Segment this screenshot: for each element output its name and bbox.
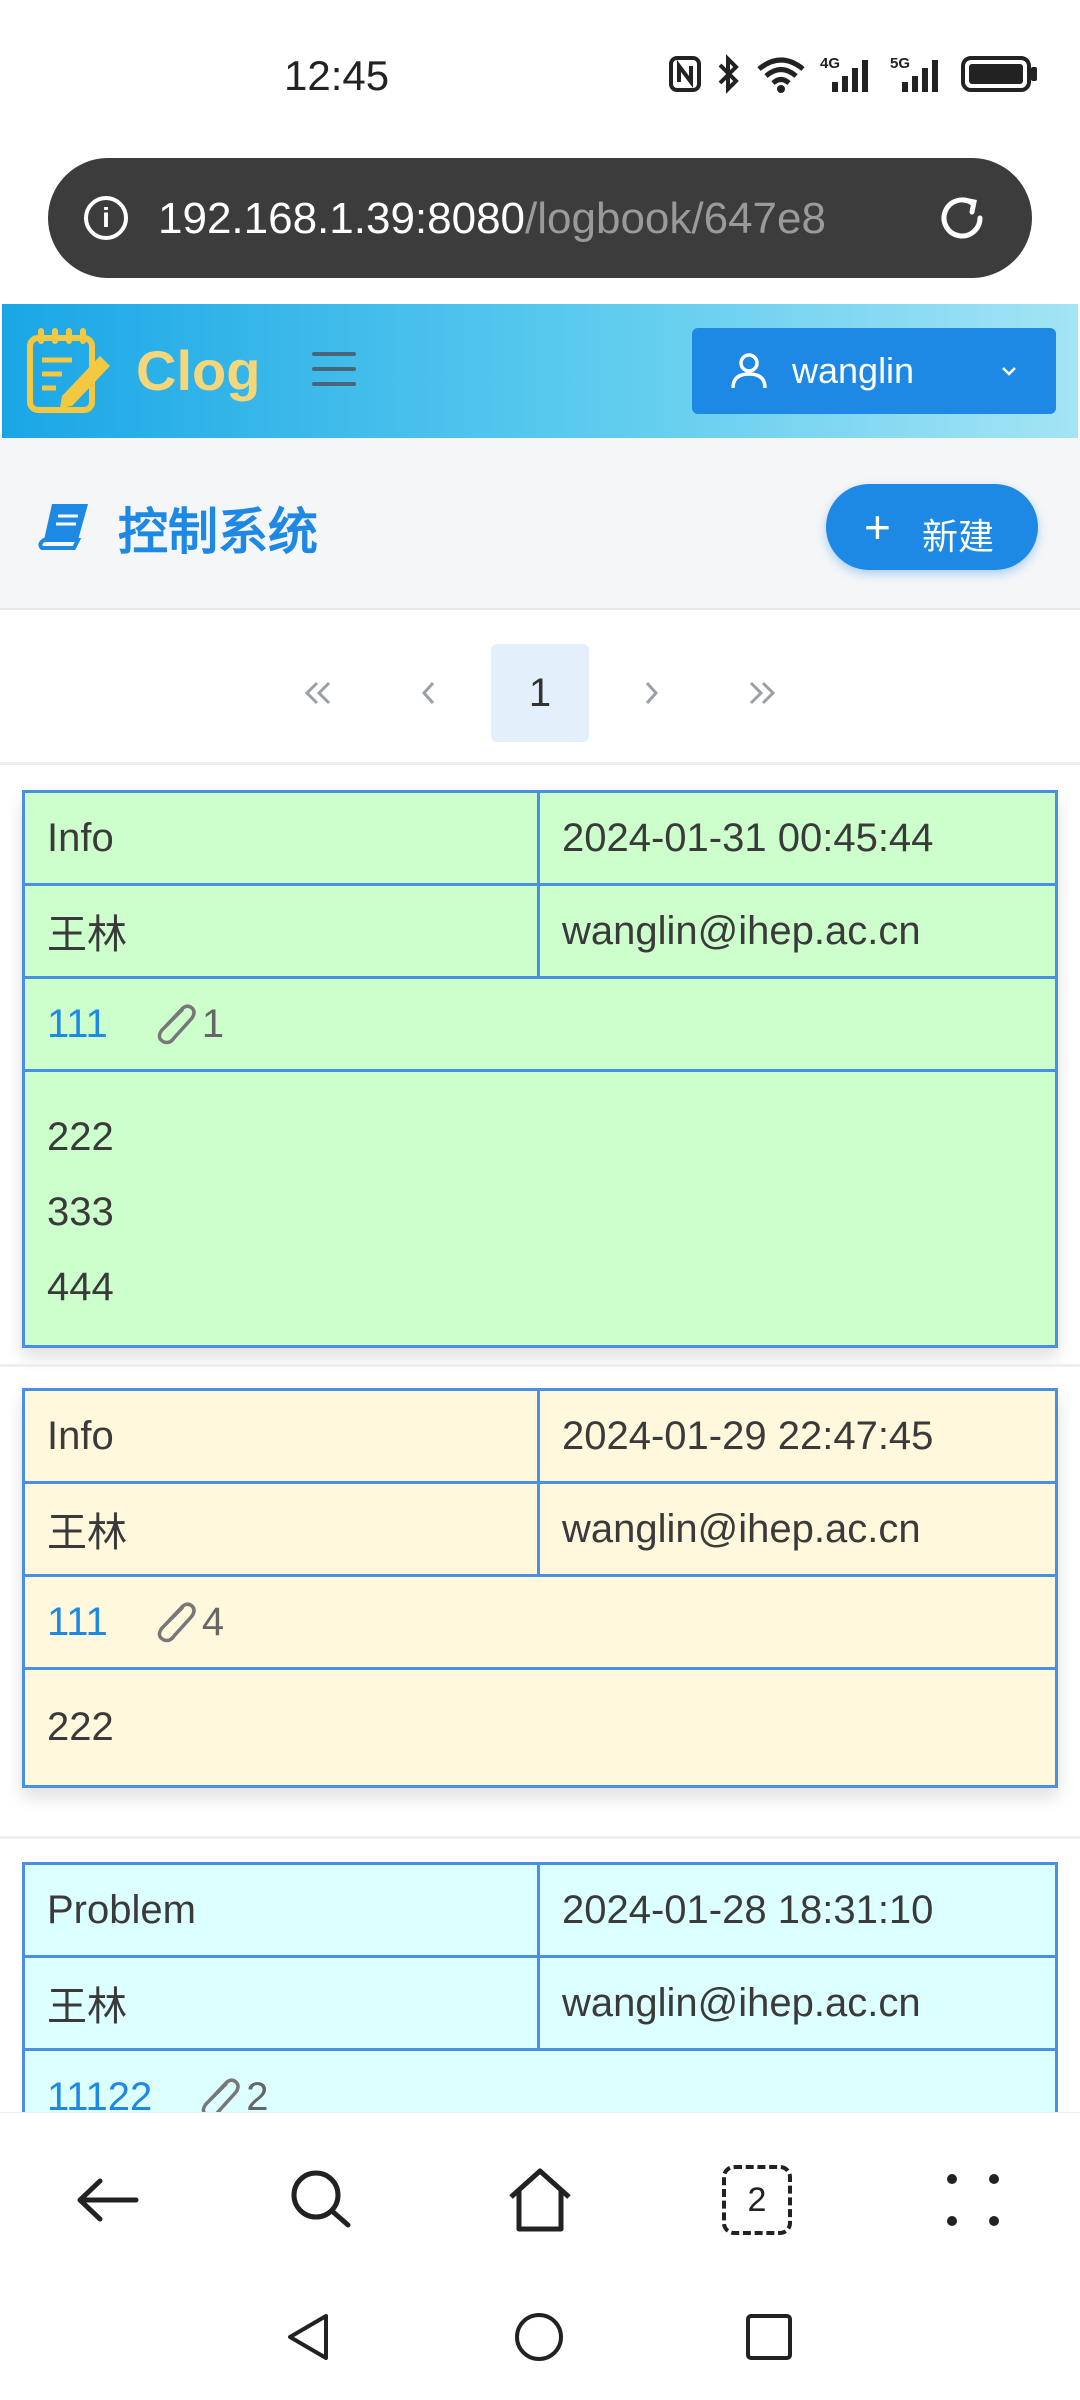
notebook-pencil-icon[interactable] bbox=[22, 324, 116, 418]
nfc-icon bbox=[669, 56, 701, 92]
divider bbox=[0, 1836, 1080, 1839]
bluetooth-icon bbox=[718, 54, 739, 94]
attachment-count: 1 bbox=[201, 1001, 225, 1046]
log-entry-card[interactable]: Problem 2024-01-28 18:31:10 王林 wanglin@i… bbox=[22, 1862, 1058, 2147]
tabs-button[interactable]: 2 bbox=[722, 2165, 792, 2235]
status-time: 12:45 bbox=[284, 52, 390, 99]
home-icon[interactable] bbox=[505, 2165, 575, 2235]
search-icon[interactable] bbox=[286, 2165, 356, 2235]
user-name: wanglin bbox=[792, 350, 915, 391]
entry-title-link[interactable]: 111 bbox=[47, 1600, 108, 1645]
status-icons: 4G 5G bbox=[668, 54, 1040, 94]
page-title: 控制系统 bbox=[118, 504, 318, 560]
entry-body-row: 222 333 444 bbox=[25, 1072, 1055, 1345]
entry-body-line: 222 bbox=[47, 1705, 114, 1749]
next-page-button[interactable] bbox=[602, 644, 700, 742]
entry-email: wanglin@ihep.ac.cn bbox=[562, 1980, 921, 2025]
entry-body-row: 222 bbox=[25, 1670, 1055, 1785]
log-entry-card[interactable]: Info 2024-01-31 00:45:44 王林 wanglin@ihep… bbox=[22, 790, 1058, 1348]
entry-author-row: 王林 wanglin@ihep.ac.cn bbox=[25, 1484, 1055, 1577]
system-navigation-bar bbox=[0, 2282, 1080, 2400]
more-options-icon[interactable] bbox=[938, 2165, 1008, 2235]
entry-datetime: 2024-01-29 22:47:45 bbox=[562, 1413, 934, 1458]
plus-icon: + bbox=[864, 501, 891, 553]
app-name[interactable]: Clog bbox=[136, 338, 260, 403]
wifi-icon bbox=[757, 57, 805, 93]
double-chevron-left-icon bbox=[304, 681, 331, 705]
entry-meta-row: Info 2024-01-31 00:45:44 bbox=[25, 793, 1055, 886]
back-arrow-icon[interactable] bbox=[72, 2165, 142, 2235]
user-icon bbox=[731, 353, 767, 389]
double-chevron-right-icon bbox=[749, 681, 776, 705]
log-entry-card[interactable]: Info 2024-01-29 22:47:45 王林 wanglin@ihep… bbox=[22, 1388, 1058, 1788]
svg-text:5G: 5G bbox=[890, 55, 910, 72]
browser-toolbar: 2 bbox=[0, 2112, 1080, 2282]
entry-author: 王林 bbox=[25, 1484, 540, 1574]
reload-icon[interactable] bbox=[932, 188, 992, 248]
svg-text:4G: 4G bbox=[820, 55, 840, 72]
entry-title-row: 111 4 bbox=[25, 1577, 1055, 1670]
attachment-indicator[interactable]: 1 bbox=[152, 1002, 224, 1047]
battery-icon bbox=[961, 56, 1037, 92]
entry-author: 王林 bbox=[25, 1958, 540, 2048]
new-entry-button[interactable]: + 新建 bbox=[826, 484, 1038, 570]
entry-meta-row: Problem 2024-01-28 18:31:10 bbox=[25, 1865, 1055, 1958]
logbook-title-bar: 控制系统 + 新建 bbox=[0, 438, 1080, 610]
entry-email: wanglin@ihep.ac.cn bbox=[562, 908, 921, 953]
url-path: /logbook/647e8 bbox=[525, 194, 826, 243]
entry-body-line: 222 bbox=[47, 1115, 114, 1159]
app-header: Clog wanglin bbox=[2, 304, 1078, 438]
entry-body: 222 333 444 bbox=[25, 1072, 136, 1345]
entry-author: 王林 bbox=[25, 886, 540, 976]
book-icon bbox=[38, 504, 88, 550]
last-page-button[interactable] bbox=[713, 644, 811, 742]
address-bar[interactable]: i 192.168.1.39:8080/logbook/647e8 bbox=[48, 158, 1032, 278]
signal-4g-icon: 4G bbox=[820, 55, 868, 92]
new-entry-label: 新建 bbox=[922, 516, 995, 557]
signal-5g-icon: 5G bbox=[890, 55, 938, 92]
page-1-button[interactable]: 1 bbox=[491, 644, 589, 742]
entry-type: Info bbox=[25, 793, 540, 883]
chevron-right-icon bbox=[645, 681, 659, 705]
entry-datetime: 2024-01-28 18:31:10 bbox=[562, 1887, 934, 1932]
url-host: 192.168.1.39:8080 bbox=[158, 194, 526, 243]
divider bbox=[0, 762, 1080, 765]
prev-page-button[interactable] bbox=[380, 644, 478, 742]
paperclip-icon bbox=[157, 1004, 196, 1045]
hamburger-menu-icon[interactable] bbox=[312, 352, 356, 388]
entry-email: wanglin@ihep.ac.cn bbox=[562, 1506, 921, 1551]
entry-type: Problem bbox=[25, 1865, 540, 1955]
system-recents-icon[interactable] bbox=[742, 2310, 796, 2364]
entry-body-line: 333 bbox=[47, 1190, 114, 1234]
entry-body: 222 bbox=[25, 1670, 136, 1785]
entry-title-link[interactable]: 111 bbox=[47, 1002, 108, 1047]
entry-title-row: 111 1 bbox=[25, 979, 1055, 1072]
status-bar: 12:45 4G 5G bbox=[0, 0, 1080, 150]
entry-type: Info bbox=[25, 1391, 540, 1481]
url-text[interactable]: 192.168.1.39:8080/logbook/647e8 bbox=[158, 194, 938, 244]
first-page-button[interactable] bbox=[269, 644, 367, 742]
entry-author-row: 王林 wanglin@ihep.ac.cn bbox=[25, 886, 1055, 979]
entry-meta-row: Info 2024-01-29 22:47:45 bbox=[25, 1391, 1055, 1484]
entry-author-row: 王林 wanglin@ihep.ac.cn bbox=[25, 1958, 1055, 2051]
entry-datetime: 2024-01-31 00:45:44 bbox=[562, 815, 934, 860]
pagination: 1 bbox=[0, 612, 1080, 762]
attachment-count: 4 bbox=[201, 1599, 225, 1644]
paperclip-icon bbox=[157, 1602, 196, 1643]
attachment-indicator[interactable]: 4 bbox=[152, 1600, 224, 1645]
user-menu-button[interactable]: wanglin bbox=[692, 328, 1056, 414]
site-info-icon[interactable]: i bbox=[84, 196, 128, 240]
system-home-icon[interactable] bbox=[512, 2310, 566, 2364]
entry-body-line: 444 bbox=[47, 1265, 114, 1309]
chevron-left-icon bbox=[421, 681, 435, 705]
system-back-icon[interactable] bbox=[282, 2310, 336, 2364]
divider bbox=[0, 1364, 1080, 1367]
chevron-down-icon bbox=[1002, 367, 1016, 376]
